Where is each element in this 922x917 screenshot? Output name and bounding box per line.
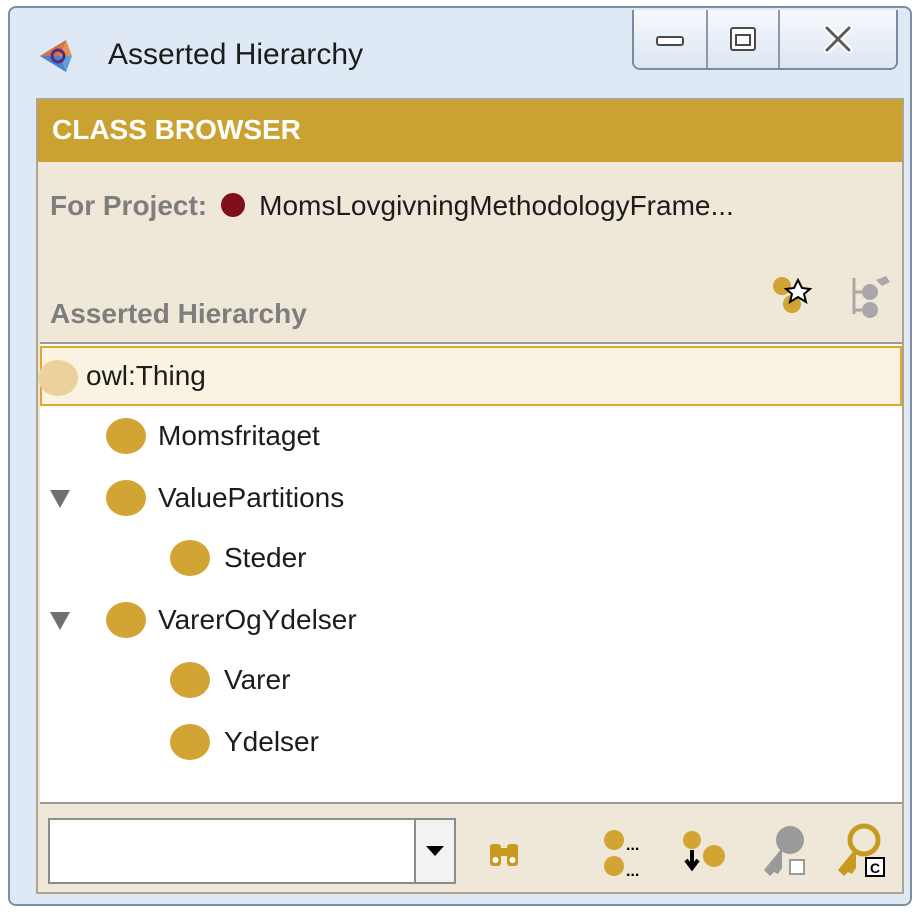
create-subclass-icon[interactable] — [770, 272, 818, 320]
tree-row-label: Ydelser — [224, 726, 319, 757]
project-name: MomsLovgivningMethodologyFrame... — [259, 190, 734, 221]
window-title: Asserted Hierarchy — [108, 38, 364, 71]
minimize-icon — [656, 36, 684, 46]
chevron-down-icon — [426, 846, 444, 856]
window: Asserted Hierarchy CLASS BROWSER For Pro… — [8, 6, 912, 906]
tree-row-label: Steder — [224, 542, 307, 573]
class-node-icon — [170, 540, 210, 576]
maximize-button[interactable] — [706, 10, 778, 68]
protege-icon — [40, 40, 72, 72]
tree-row-steder[interactable]: Steder — [40, 528, 902, 588]
title-bar[interactable]: Asserted Hierarchy — [10, 8, 910, 96]
bottom-toolbar: ... ... C — [38, 806, 902, 892]
expand-toggle-icon[interactable] — [50, 612, 70, 630]
find-icon[interactable] — [486, 836, 522, 872]
class-node-icon — [106, 602, 146, 638]
class-node-icon — [106, 418, 146, 454]
class-browser-panel: CLASS BROWSER For Project: MomsLovgivning… — [36, 98, 904, 894]
tree-row-owl-thing[interactable]: owl:Thing — [38, 346, 902, 406]
class-node-icon — [106, 480, 146, 516]
create-superclass-icon[interactable] — [846, 272, 894, 320]
add-class-list-icon[interactable]: ... ... — [600, 828, 652, 880]
hierarchy-label: Asserted Hierarchy — [50, 298, 307, 329]
panel-header-title: CLASS BROWSER — [52, 114, 301, 145]
tree-row-label: ValuePartitions — [158, 482, 345, 513]
tree-row-label: owl:Thing — [86, 360, 206, 391]
minimize-button[interactable] — [634, 10, 706, 68]
close-icon — [823, 25, 853, 53]
tree-row-varerogydelser[interactable]: VarerOgYdelser — [40, 590, 902, 650]
panel-header: CLASS BROWSER — [38, 100, 902, 162]
combo-dropdown-button[interactable] — [414, 820, 454, 882]
project-label: For Project: — [50, 190, 208, 221]
tree-row-varer[interactable]: Varer — [40, 650, 902, 710]
tree-row-label: VarerOgYdelser — [158, 604, 357, 635]
svg-text:...: ... — [626, 837, 639, 854]
window-controls — [632, 10, 898, 70]
svg-text:C: C — [870, 860, 880, 876]
project-info: For Project: MomsLovgivningMethodologyFra… — [50, 190, 734, 222]
search-combo[interactable] — [48, 818, 456, 884]
maximize-icon — [730, 27, 756, 51]
class-node-icon — [170, 662, 210, 698]
move-class-icon[interactable] — [678, 828, 730, 880]
class-node-icon — [170, 724, 210, 760]
tree-row-label: Momsfritaget — [158, 420, 320, 451]
tree-row-ydelser[interactable]: Ydelser — [40, 712, 902, 772]
tree-row-momsfritaget[interactable]: Momsfritaget — [40, 406, 902, 466]
class-tree[interactable]: owl:Thing Momsfritaget ValuePartitions S… — [38, 342, 902, 804]
key-icon[interactable] — [756, 822, 814, 880]
close-button[interactable] — [778, 10, 896, 68]
key-c-icon[interactable]: C — [832, 822, 890, 880]
expand-toggle-icon[interactable] — [50, 490, 70, 508]
svg-text:...: ... — [626, 863, 639, 880]
class-node-icon — [38, 360, 78, 396]
tree-row-valuepartitions[interactable]: ValuePartitions — [40, 468, 902, 528]
project-dot-icon — [221, 192, 246, 217]
tree-row-label: Varer — [224, 664, 291, 695]
